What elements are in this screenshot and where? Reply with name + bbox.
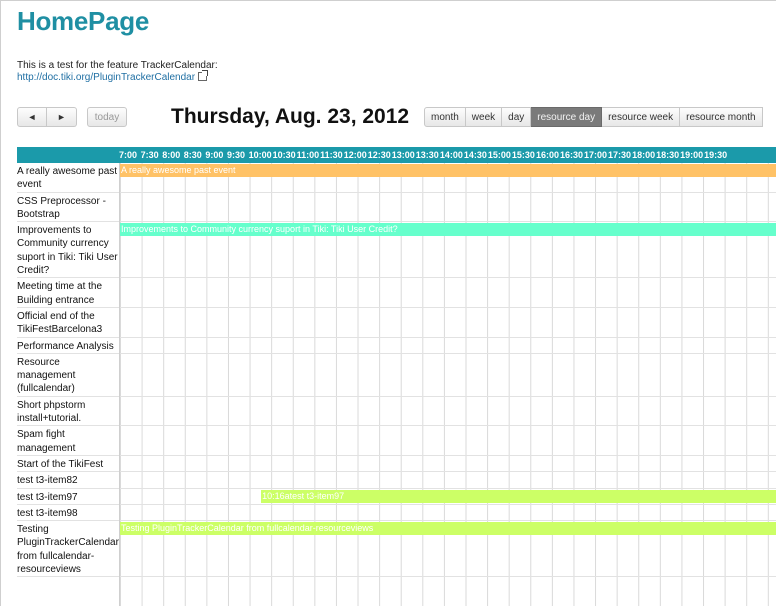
time-slot-header: 10:00 [249,147,273,163]
next-button[interactable]: ► [47,107,77,127]
time-slot-header: 8:30 [184,147,206,163]
window-border-left [0,0,1,606]
time-slot-header: 16:30 [560,147,584,163]
calendar-event[interactable]: Improvements to Community currency supor… [120,223,776,237]
resource-calendar: 7:00 7:30 8:00 8:30 9:00 9:30 10:00 10:30 11:00 1… [17,147,776,606]
resource-name: test t3-item82 [17,472,119,489]
resource-name: Improvements to Community currency supor… [17,222,119,279]
time-grid[interactable]: A really awesome past event Improvements … [119,163,776,606]
doc-link[interactable]: http://doc.tiki.org/PluginTrackerCalenda… [17,70,209,83]
resource-name: Performance Analysis [17,338,119,354]
time-slot-header: 15:30 [512,147,536,163]
resource-name: test t3-item98 [17,505,119,522]
time-slot-header: 9:30 [227,147,249,163]
page-title: HomePage [17,6,149,36]
row-divider [120,576,776,578]
time-slot-header: 17:00 [584,147,609,163]
time-slot-header: 16:00 [536,147,560,163]
time-slot-header: 12:30 [368,147,392,163]
time-slot-header: 19:30 [704,147,729,163]
time-slot-header: 14:30 [464,147,488,163]
time-slot-header: 10:30 [273,147,297,163]
resource-name: Meeting time at the Building entrance [17,278,119,308]
doc-link-text[interactable]: http://doc.tiki.org/PluginTrackerCalenda… [17,72,195,83]
row-divider [120,503,776,505]
view-switcher: month week day resource day resource week res… [424,107,763,127]
view-week-button[interactable]: week [465,107,503,127]
window-border-top [0,0,776,1]
resource-header [17,147,119,163]
time-slot-header: 7:30 [141,147,163,163]
time-header: 7:00 7:30 8:00 8:30 9:00 9:30 10:00 10:30 11:00 1… [119,147,776,163]
calendar-title: Thursday, Aug. 23, 2012 [171,105,410,128]
view-resource-day-button[interactable]: resource day [531,107,603,127]
resource-list: A really awesome past event CSS Preproces… [17,163,119,578]
resource-name: test t3-item97 [17,489,119,505]
resource-name: Resource management (fullcalendar) [17,354,119,397]
row-divider [120,277,776,279]
time-slot-header: 13:30 [416,147,440,163]
row-divider [120,487,776,489]
time-slot-header: 15:00 [488,147,512,163]
resource-name: Start of the TikiFest [17,456,119,473]
resource-name: Testing PluginTrackerCalendar from fullc… [17,521,119,578]
time-slot-header: 9:00 [205,147,227,163]
time-slot-header: 11:30 [320,147,344,163]
time-slot-header: 13:00 [392,147,416,163]
time-slot-header: 19:00 [680,147,705,163]
external-link-icon[interactable] [198,70,209,81]
time-slot-header: 11:00 [297,147,321,163]
time-slot-header: 7:00 [119,147,141,163]
resource-name: A really awesome past event [17,163,119,193]
today-button[interactable]: today [87,107,127,127]
row-divider [120,221,776,223]
row-divider [120,307,776,308]
time-slot-header: 12:00 [344,147,368,163]
view-day-button[interactable]: day [502,107,532,127]
calendar-event[interactable]: A really awesome past event [120,164,776,177]
calendar-event[interactable]: 10:16atest t3-item97 [261,489,776,503]
calendar-event[interactable]: Testing PluginTrackerCalendar from fullc… [120,522,776,536]
time-slot-header: 18:00 [632,147,657,163]
row-divider [120,471,776,473]
row-divider [120,520,776,522]
row-divider [120,455,776,456]
time-slot-header: 8:00 [162,147,184,163]
time-slot-header: 14:00 [440,147,464,163]
time-slot-header: 18:30 [656,147,681,163]
intro-text: This is a test for the feature TrackerCa… [17,60,218,71]
time-slot-header: 17:30 [608,147,633,163]
row-divider [120,395,776,397]
view-resource-week-button[interactable]: resource week [602,107,681,127]
view-month-button[interactable]: month [424,107,466,127]
resource-name: Official end of the TikiFestBarcelona3 [17,308,119,338]
row-divider [120,425,776,427]
row-divider [120,191,776,193]
row-divider [120,352,776,354]
resource-name: Short phpstorm install+tutorial. [17,397,119,427]
row-divider [120,336,776,338]
resource-name: CSS Preprocessor - Bootstrap [17,193,119,223]
resource-name: Spam fight management [17,426,119,456]
prev-button[interactable]: ◄ [17,107,47,127]
view-resource-month-button[interactable]: resource month [680,107,763,127]
